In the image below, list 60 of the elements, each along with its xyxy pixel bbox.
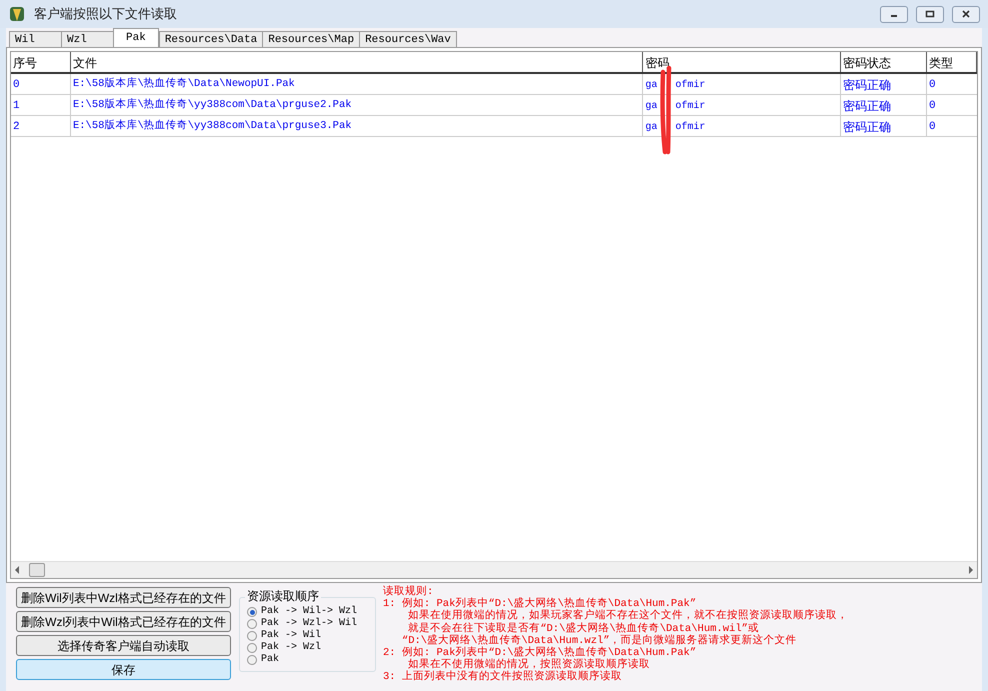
close-icon — [961, 10, 971, 18]
maximize-button[interactable] — [916, 6, 944, 22]
radio-button[interactable] — [247, 607, 257, 617]
rule-text: 读取规则: — [383, 586, 434, 598]
rule-text: 1: 例如: Pak列表中“D:\盛大网络\热血传奇\Data\Hum.Pak” — [383, 598, 696, 610]
radio-label[interactable]: Pak -> Wzl — [261, 642, 322, 654]
table-cell: 密码正确 — [841, 95, 928, 115]
action-button[interactable]: 删除Wil列表中Wzl格式已经存在的文件 — [16, 587, 231, 608]
table-cell: 2 — [11, 116, 71, 136]
horizontal-scrollbar[interactable] — [11, 561, 977, 578]
column-header[interactable]: 密码状态 — [841, 52, 928, 72]
rule-text: 如果在不使用微端的情况，按照资源读取顺序读取 — [408, 659, 652, 672]
table-cell: 密码正确 — [841, 116, 928, 136]
column-header[interactable]: 序号 — [11, 52, 71, 72]
password-text: ofmir — [675, 78, 706, 93]
action-button[interactable]: 选择传奇客户端自动读取 — [16, 635, 231, 656]
radio-button[interactable] — [247, 655, 257, 665]
tab[interactable]: Resources\Wav — [359, 31, 457, 47]
radio-button[interactable] — [247, 631, 257, 641]
password-text: ga — [645, 79, 658, 93]
password-text: ga — [645, 121, 658, 135]
table-cell-text: 0 — [928, 78, 937, 93]
scroll-thumb[interactable] — [29, 563, 45, 577]
radio-label[interactable]: Pak -> Wzl-> Wil — [261, 618, 358, 630]
table-cell: E:\58版本库\热血传奇\Data\NewopUI.Pak — [70, 74, 644, 94]
radio-label[interactable]: Pak — [261, 654, 280, 666]
save-button[interactable]: 保存 — [16, 659, 231, 680]
window-title: 客户端按照以下文件读取 — [34, 5, 177, 24]
action-button[interactable]: 删除Wzl列表中Wil格式已经存在的文件 — [16, 611, 231, 632]
radio-label[interactable]: Pak -> Wil-> Wzl — [261, 606, 358, 618]
table-cell: 0 — [11, 74, 71, 94]
tab[interactable]: Pak — [113, 28, 159, 47]
table-cell-text: 0 — [928, 120, 937, 135]
password-text: ofmir — [675, 100, 706, 114]
table-cell: 密码正确 — [841, 74, 928, 94]
rule-text: 2: 例如: Pak列表中“D:\盛大网络\热血传奇\Data\Hum.Pak” — [383, 647, 698, 660]
close-button[interactable] — [952, 6, 980, 22]
password-text: ga — [645, 100, 658, 114]
tab[interactable]: Resources\Data — [158, 31, 264, 47]
table-cell-text: 0 — [928, 99, 937, 114]
maximize-icon — [925, 10, 935, 18]
radio-button[interactable] — [247, 643, 257, 653]
rule-text: “D:\盛大网络\热血传奇\Data\Hum.wzl”，而是向微端服务器请求更新这个文件 — [400, 634, 798, 647]
radio-label[interactable]: Pak -> Wil — [261, 630, 322, 642]
rule-text: 如果在使用微端的情况，如果玩家客户端不存在这个文件，就不在按照资源读取顺序读取， — [407, 610, 848, 622]
column-header[interactable]: 类型 — [927, 52, 977, 72]
password-text: ofmir — [675, 120, 706, 135]
rule-text: 3: 上面列表中没有的文件按照资源读取顺序读取 — [383, 671, 623, 684]
tab[interactable]: Wzl — [61, 31, 114, 47]
app-icon — [8, 5, 26, 23]
table-cell: E:\58版本库\热血传奇\yy388com\Data\prguse3.Pak — [70, 116, 644, 136]
tab[interactable]: Resources\Map — [262, 31, 360, 47]
tab[interactable]: Wil — [9, 31, 62, 47]
table-cell: E:\58版本库\热血传奇\yy388com\Data\prguse2.Pak — [70, 95, 644, 115]
radio-button[interactable] — [247, 619, 257, 629]
rule-text: 就是不会在往下读取是否有“D:\盛大网络\热血传奇\Data\Hum.wil”或 — [407, 622, 759, 635]
minimize-button[interactable] — [880, 6, 908, 22]
column-header[interactable]: 文件 — [70, 52, 644, 72]
group-title: 资源读取顺序 — [245, 588, 321, 604]
table-cell: 1 — [11, 95, 71, 115]
